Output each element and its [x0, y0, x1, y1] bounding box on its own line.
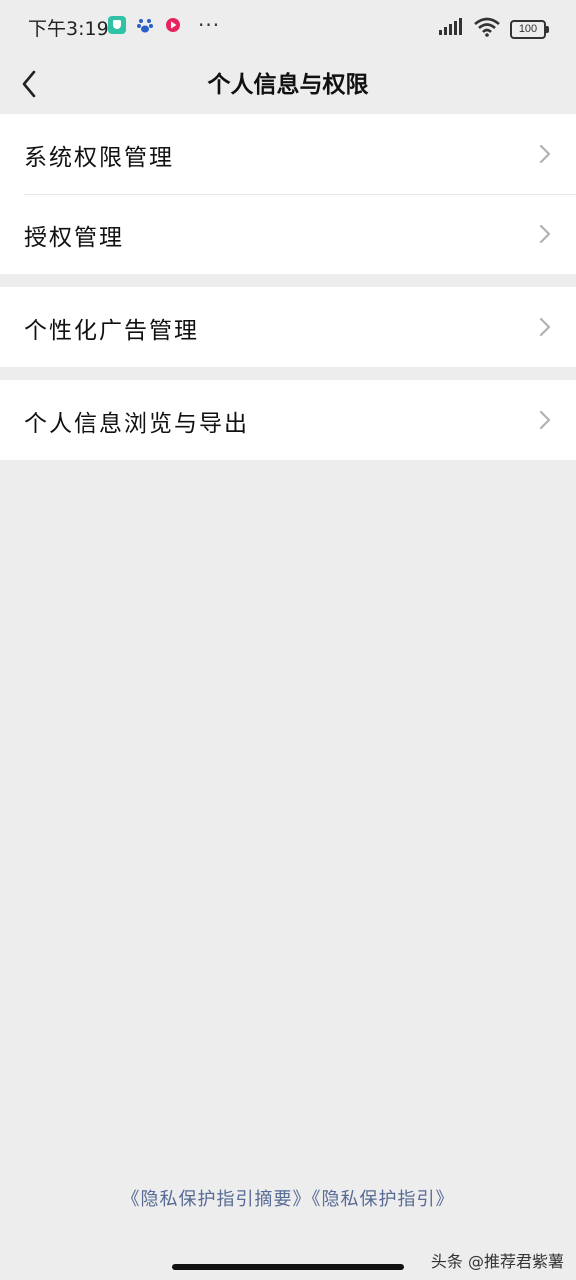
privacy-summary-link[interactable]: 《隐私保护指引摘要》: [122, 1189, 312, 1210]
list-item-label: 授权管理: [24, 225, 124, 251]
settings-group-2: 个性化广告管理: [0, 287, 576, 367]
privacy-policy-link[interactable]: 《隐私保护指引》: [312, 1189, 455, 1210]
list-item-authorization[interactable]: 授权管理: [0, 194, 576, 274]
video-app-icon: [164, 16, 182, 34]
chevron-right-icon: [539, 410, 551, 430]
more-notifications-icon: ···: [198, 13, 221, 37]
system-icons: 100: [438, 17, 549, 41]
chevron-right-icon: [539, 224, 551, 244]
chevron-right-icon: [539, 144, 551, 164]
list-item-label: 个人信息浏览与导出: [24, 411, 249, 437]
home-indicator[interactable]: [172, 1264, 404, 1270]
paw-app-icon: [136, 16, 154, 34]
settings-group-1: 系统权限管理 授权管理: [0, 114, 576, 274]
list-item-personal-info-export[interactable]: 个人信息浏览与导出: [0, 380, 576, 460]
list-item-system-permissions[interactable]: 系统权限管理: [0, 114, 576, 194]
signal-icon: [438, 18, 464, 40]
page-title: 个人信息与权限: [207, 72, 369, 98]
watermark: 头条 @推荐君紫薯: [430, 1252, 564, 1271]
list-item-label: 个性化广告管理: [24, 318, 199, 344]
privacy-links: 《隐私保护指引摘要》《隐私保护指引》: [0, 1185, 576, 1211]
wifi-icon: [474, 17, 500, 41]
chevron-right-icon: [539, 317, 551, 337]
battery-icon: 100: [510, 19, 549, 39]
notification-icons: ···: [108, 13, 221, 37]
status-bar: 下午3:19 ··· 100: [0, 0, 576, 56]
settings-group-3: 个人信息浏览与导出: [0, 380, 576, 460]
list-item-personalized-ads[interactable]: 个性化广告管理: [0, 287, 576, 367]
shield-app-icon: [108, 16, 126, 34]
status-time: 下午3:19: [28, 18, 109, 40]
navigation-bar: 个人信息与权限: [0, 56, 576, 112]
list-item-label: 系统权限管理: [24, 145, 174, 171]
